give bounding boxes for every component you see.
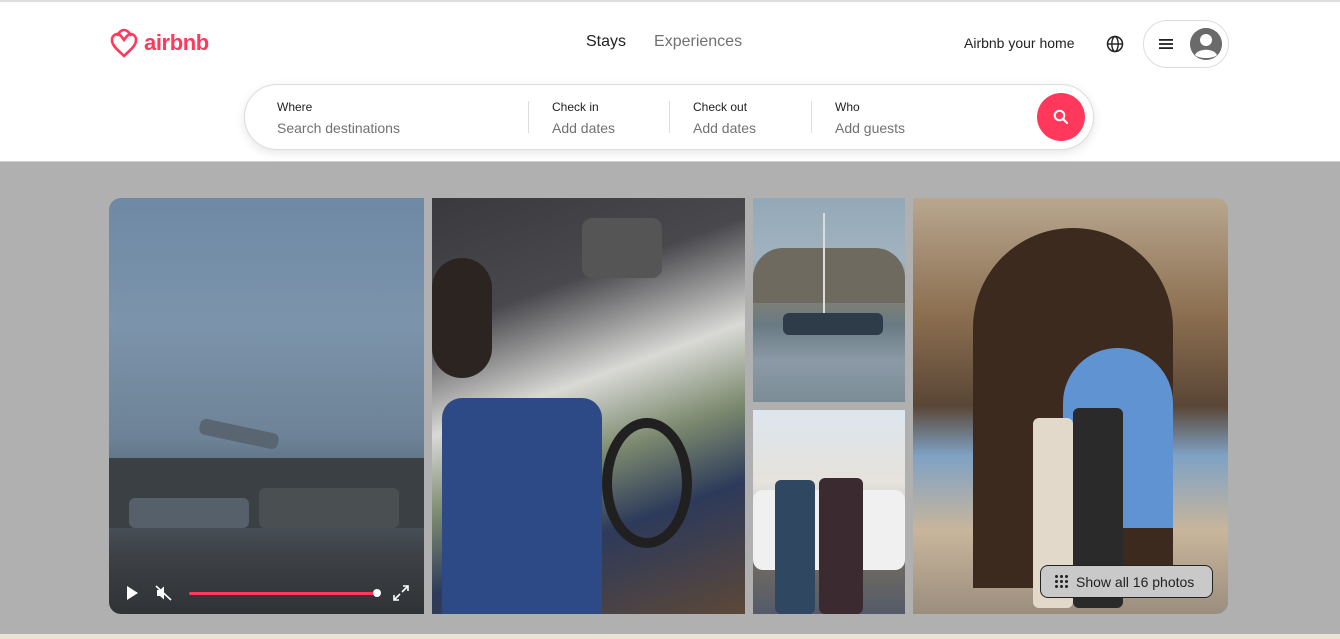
page-bottom-strip: [0, 634, 1340, 639]
search-bar: Where Search destinations Check in Add d…: [244, 84, 1094, 150]
video-progress-bar[interactable]: [189, 592, 377, 595]
check-out-field[interactable]: Check out Add dates: [693, 99, 756, 138]
show-all-photos-label: Show all 16 photos: [1076, 573, 1195, 590]
check-in-label: Check in: [552, 100, 599, 114]
person-left: [775, 480, 815, 614]
building-cluster: [259, 488, 399, 528]
airbnb-logo-icon: [110, 28, 138, 58]
steering-wheel: [602, 418, 692, 548]
hamburger-icon: [1159, 39, 1173, 49]
check-in-field[interactable]: Check in Add dates: [552, 99, 615, 138]
gallery-photo-tile[interactable]: [753, 410, 905, 614]
person-shirt: [442, 398, 602, 614]
car-sun-visor: [582, 218, 662, 278]
person-right: [819, 478, 863, 614]
where-label: Where: [277, 100, 313, 114]
mute-icon[interactable]: [155, 585, 173, 601]
search-button[interactable]: [1037, 93, 1085, 141]
video-progress-knob[interactable]: [373, 589, 381, 597]
who-field[interactable]: Who Add guests: [835, 99, 905, 138]
fullscreen-icon[interactable]: [392, 584, 410, 602]
search-divider: [669, 101, 670, 133]
where-input[interactable]: Search destinations: [277, 118, 400, 138]
gallery-photo-tile[interactable]: [432, 198, 745, 614]
grid-icon: [1055, 575, 1068, 588]
boat-mast: [823, 213, 825, 313]
search-icon: [1053, 109, 1069, 125]
harbour-pier: [198, 417, 280, 451]
search-divider: [811, 101, 812, 133]
who-label: Who: [835, 100, 860, 114]
logo-wordmark: airbnb: [144, 30, 209, 55]
airbnb-logo[interactable]: airbnb: [108, 26, 209, 60]
video-controls: [109, 570, 424, 614]
where-field[interactable]: Where Search destinations: [277, 99, 400, 138]
user-avatar-icon: [1190, 28, 1222, 60]
airbnb-your-home-link[interactable]: Airbnb your home: [964, 35, 1075, 51]
globe-icon[interactable]: [1104, 33, 1126, 55]
check-out-label: Check out: [693, 100, 748, 114]
check-in-input[interactable]: Add dates: [552, 118, 615, 138]
top-header: airbnb Stays Experiences Airbnb your hom…: [0, 0, 1340, 162]
who-input[interactable]: Add guests: [835, 118, 905, 138]
check-out-input[interactable]: Add dates: [693, 118, 756, 138]
show-all-photos-button[interactable]: Show all 16 photos: [1040, 565, 1213, 598]
person-head: [432, 258, 492, 378]
gallery-photo-tile[interactable]: [753, 198, 905, 402]
search-divider: [528, 101, 529, 133]
play-icon[interactable]: [127, 586, 138, 600]
user-menu-button[interactable]: [1143, 20, 1229, 68]
top-nav: Stays Experiences: [586, 33, 742, 51]
nav-experiences[interactable]: Experiences: [654, 33, 742, 51]
building-cluster: [129, 498, 249, 528]
nav-stays[interactable]: Stays: [586, 33, 626, 51]
gallery-video-tile[interactable]: [109, 198, 424, 614]
boat: [783, 313, 883, 335]
gallery-photo-tile[interactable]: [913, 198, 1228, 614]
hillside: [753, 248, 905, 303]
